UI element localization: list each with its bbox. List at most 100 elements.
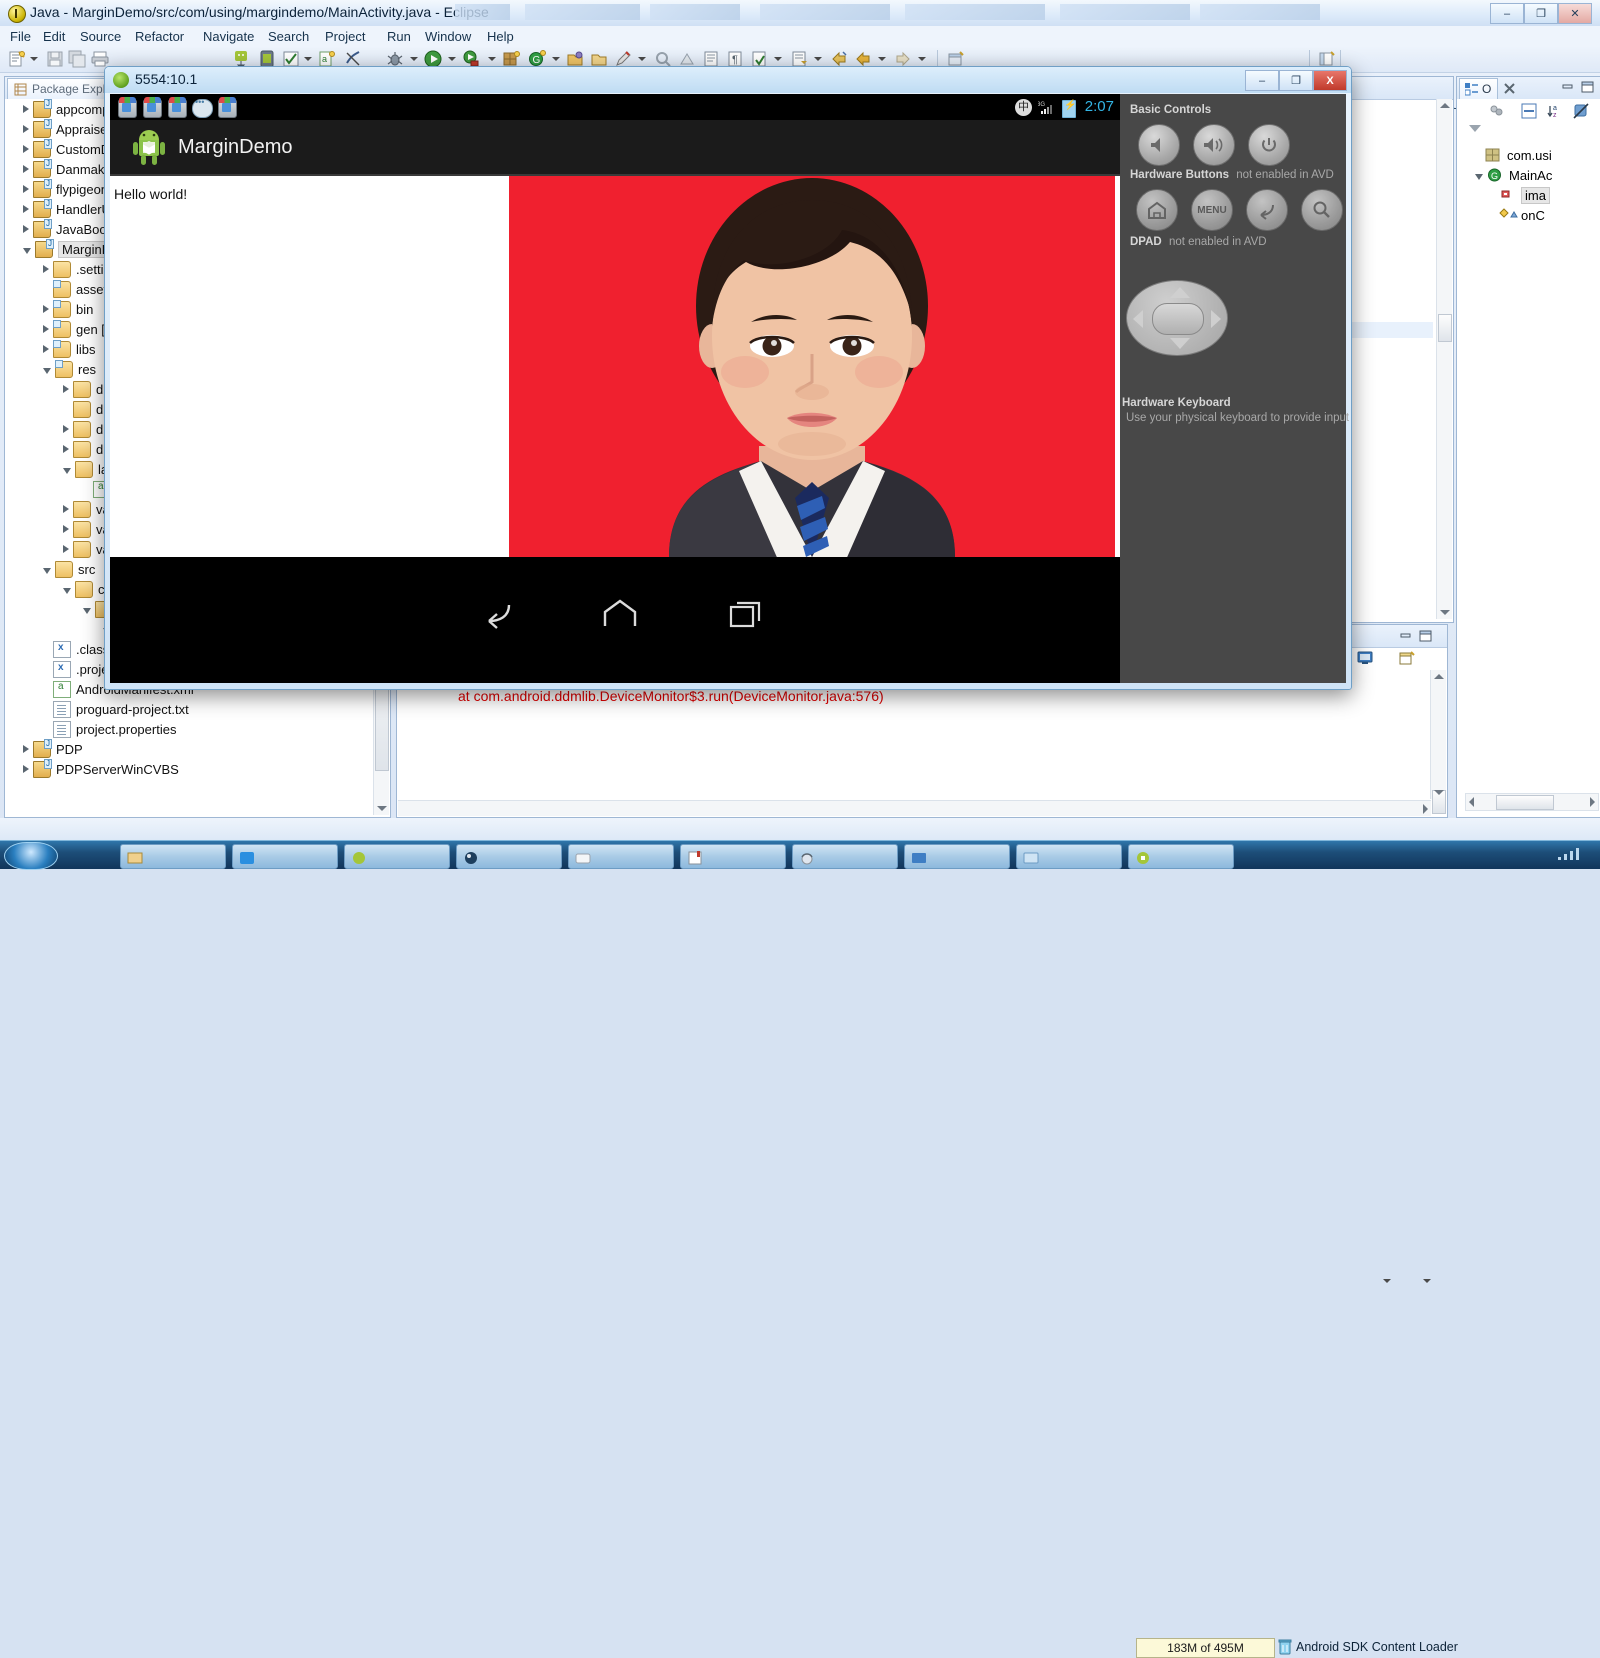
display-selected-console-icon[interactable] — [1357, 651, 1373, 665]
emulator-minimize-button[interactable]: – — [1245, 70, 1279, 91]
taskbar-item-2[interactable] — [232, 844, 338, 869]
tree-expand-arrow-closed-icon[interactable] — [63, 445, 69, 453]
outline-close-icon[interactable] — [1504, 83, 1515, 97]
tree-expand-arrow-open-icon[interactable] — [43, 567, 51, 574]
menu-project[interactable]: Project — [320, 28, 370, 45]
dpad-up-icon[interactable] — [1170, 287, 1190, 298]
tree-expand-arrow-closed-icon[interactable] — [23, 225, 29, 233]
hide-fields-icon[interactable] — [1489, 103, 1505, 119]
notification-app-icon-1[interactable] — [118, 97, 137, 118]
taskbar-item-5[interactable] — [568, 844, 674, 869]
start-button[interactable] — [4, 842, 58, 870]
tree-item[interactable]: proguard-project.txt — [5, 699, 373, 719]
forward-dropdown-arrow[interactable] — [918, 57, 926, 61]
outline-item[interactable]: G MainAc — [1475, 165, 1552, 185]
nav-home-icon[interactable] — [600, 599, 640, 632]
hw-search-button[interactable] — [1301, 189, 1343, 231]
menu-search[interactable]: Search — [263, 28, 314, 45]
console-horizontal-scrollbar[interactable] — [398, 800, 1431, 816]
taskbar-item-1[interactable] — [120, 844, 226, 869]
tree-expand-arrow-closed-icon[interactable] — [23, 745, 29, 753]
volume-up-button[interactable] — [1193, 124, 1235, 166]
console-vertical-scrollbar[interactable] — [1430, 670, 1446, 814]
console-maximize-icon[interactable] — [1419, 630, 1433, 642]
debug-dropdown-arrow[interactable] — [410, 57, 418, 61]
taskbar-item-6[interactable] — [680, 844, 786, 869]
editor-scroll-thumb[interactable] — [1438, 314, 1452, 342]
outline-item[interactable]: com.usi — [1475, 145, 1552, 165]
notification-app-icon-3[interactable] — [168, 97, 187, 118]
tree-expand-arrow-closed-icon[interactable] — [23, 105, 29, 113]
dpad-right-icon[interactable] — [1211, 310, 1221, 328]
tree-expand-arrow-open-icon[interactable] — [23, 247, 31, 254]
nav-back-icon[interactable] — [475, 597, 515, 634]
outline-expand-arrow-open-icon[interactable] — [1475, 173, 1483, 180]
taskbar-item-7[interactable] — [792, 844, 898, 869]
window-restore-button[interactable]: ❐ — [1524, 3, 1558, 24]
tree-expand-arrow-closed-icon[interactable] — [23, 765, 29, 773]
tree-expand-arrow-closed-icon[interactable] — [63, 425, 69, 433]
tree-expand-arrow-open-icon[interactable] — [63, 587, 71, 594]
menu-file[interactable]: File — [5, 28, 36, 45]
save-all-icon[interactable] — [68, 50, 86, 68]
tree-item[interactable]: project.properties — [5, 719, 373, 739]
outline-horizontal-scrollbar[interactable] — [1465, 793, 1599, 811]
sort-icon[interactable]: az — [1547, 103, 1563, 119]
tree-expand-arrow-closed-icon[interactable] — [43, 265, 49, 273]
heap-status-indicator[interactable]: 183M of 495M — [1136, 1638, 1275, 1658]
emulator-restore-button[interactable]: ❐ — [1279, 70, 1313, 91]
tree-expand-arrow-closed-icon[interactable] — [23, 145, 29, 153]
notification-app-icon-4[interactable] — [218, 97, 237, 118]
hw-back-button[interactable] — [1246, 189, 1288, 231]
menu-edit[interactable]: Edit — [38, 28, 70, 45]
back-dropdown-arrow[interactable] — [878, 57, 886, 61]
outline-hscroll-thumb[interactable] — [1496, 795, 1554, 810]
power-button[interactable] — [1248, 124, 1290, 166]
tree-item[interactable]: PDP — [5, 738, 373, 759]
notification-app-icon-2[interactable] — [143, 97, 162, 118]
new-class-dropdown-arrow[interactable] — [552, 57, 560, 61]
volume-down-button[interactable] — [1138, 124, 1180, 166]
tree-expand-arrow-closed-icon[interactable] — [23, 125, 29, 133]
system-tray[interactable] — [1556, 845, 1596, 864]
tree-expand-arrow-closed-icon[interactable] — [63, 505, 69, 513]
emulator-close-button[interactable]: X — [1313, 70, 1347, 91]
editor-vertical-scrollbar[interactable] — [1436, 99, 1452, 619]
outline-tree[interactable]: com.usi G MainAc ima onC — [1457, 145, 1600, 783]
menu-source[interactable]: Source — [75, 28, 126, 45]
outline-item[interactable]: onC — [1489, 205, 1545, 225]
emulator-device-screen[interactable]: 中 3G 2:07 — [110, 94, 1120, 683]
tree-expand-arrow-closed-icon[interactable] — [23, 165, 29, 173]
window-close-button[interactable]: ✕ — [1558, 3, 1592, 24]
outline-item[interactable]: ima — [1489, 185, 1550, 205]
open-console-icon[interactable] — [1399, 651, 1415, 665]
menu-navigate[interactable]: Navigate — [198, 28, 259, 45]
tree-item[interactable]: PDPServerWinCVBS — [5, 758, 373, 779]
breakpoint-dropdown-arrow[interactable] — [774, 57, 782, 61]
dpad-left-icon[interactable] — [1133, 310, 1143, 328]
menu-window[interactable]: Window — [420, 28, 476, 45]
external-tools-dropdown-arrow[interactable] — [488, 57, 496, 61]
tree-expand-arrow-closed-icon[interactable] — [63, 385, 69, 393]
tree-expand-arrow-open-icon[interactable] — [83, 607, 91, 614]
menu-refactor[interactable]: Refactor — [130, 28, 189, 45]
nav-recents-icon[interactable] — [728, 599, 766, 632]
tree-expand-arrow-closed-icon[interactable] — [23, 185, 29, 193]
tree-expand-arrow-closed-icon[interactable] — [63, 525, 69, 533]
new-icon[interactable] — [8, 50, 26, 68]
next-annotation-dropdown-arrow[interactable] — [814, 57, 822, 61]
run-dropdown-arrow[interactable] — [448, 57, 456, 61]
open-console-dropdown-arrow[interactable] — [1423, 1279, 1431, 1283]
run-garbage-collector-icon[interactable] — [1278, 1639, 1292, 1655]
hw-home-button[interactable] — [1136, 189, 1178, 231]
notification-message-icon[interactable] — [192, 97, 213, 118]
tree-expand-arrow-open-icon[interactable] — [63, 467, 71, 474]
lint-dropdown-arrow[interactable] — [304, 57, 312, 61]
taskbar-item-4[interactable] — [456, 844, 562, 869]
console-select-dropdown-arrow[interactable] — [1383, 1279, 1391, 1283]
tree-expand-arrow-closed-icon[interactable] — [63, 545, 69, 553]
new-dropdown-arrow[interactable] — [30, 57, 38, 61]
taskbar-item-8[interactable] — [904, 844, 1010, 869]
menu-run[interactable]: Run — [382, 28, 416, 45]
outline-maximize-icon[interactable] — [1581, 81, 1595, 93]
